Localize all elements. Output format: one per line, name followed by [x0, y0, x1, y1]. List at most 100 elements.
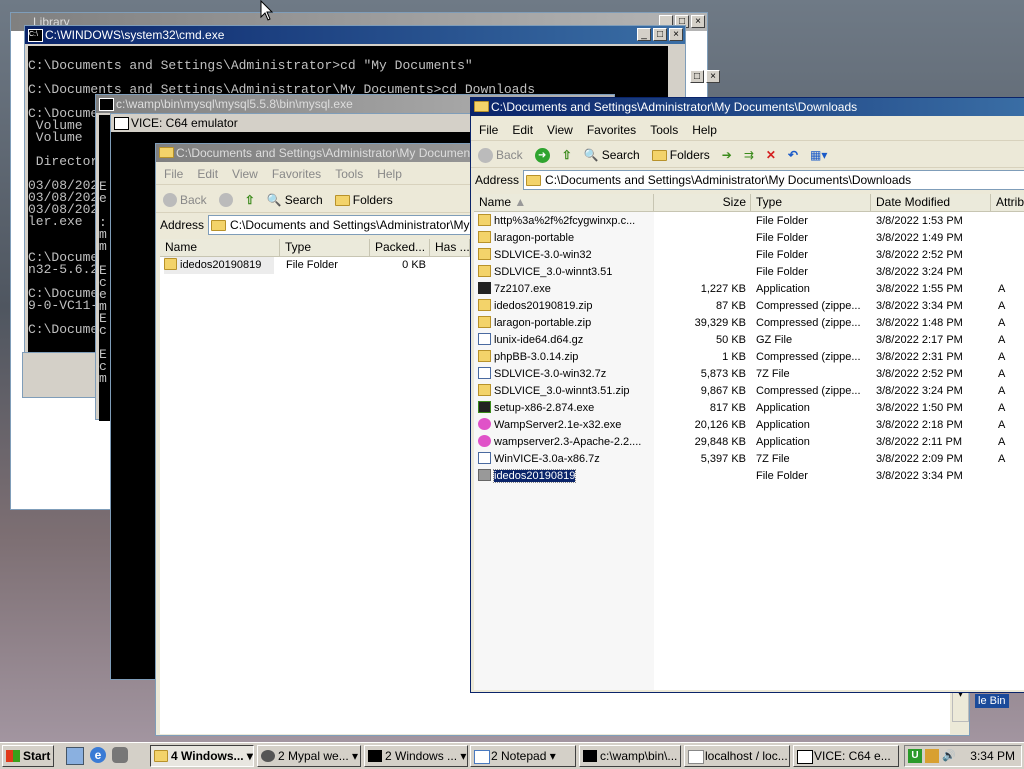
close-icon[interactable]: × — [669, 28, 683, 41]
uwamp-tray-icon[interactable]: U — [908, 749, 922, 763]
menu-tools[interactable]: Tools — [650, 123, 678, 137]
folders-button[interactable]: Folders — [332, 190, 396, 210]
task-cmd[interactable]: 2 Windows ... ▾ — [364, 745, 468, 767]
menu-view[interactable]: View — [547, 123, 573, 137]
file-name[interactable]: 7z2107.exe — [494, 283, 551, 295]
menu-view[interactable]: View — [232, 167, 258, 181]
menu-edit[interactable]: Edit — [512, 123, 533, 137]
menu-favorites[interactable]: Favorites — [587, 123, 636, 137]
file-row[interactable]: SDLVICE_3.0-winnt3.51.zip 9,867 KB Compres… — [474, 383, 1024, 400]
file-row[interactable]: phpBB-3.0.14.zip 1 KB Compressed (zippe...… — [474, 349, 1024, 366]
file-row[interactable]: laragon-portable File Folder 3/8/2022 1:49… — [474, 230, 1024, 247]
address-label: Address — [475, 173, 520, 187]
column-attributes[interactable]: Attribu — [991, 194, 1024, 211]
move-to-button[interactable]: ➔ — [719, 145, 735, 165]
menu-file[interactable]: File — [164, 167, 183, 181]
column-name[interactable]: Name ▲ — [474, 194, 654, 211]
file-name[interactable]: WampServer2.1e-x32.exe — [494, 419, 621, 431]
menu-file[interactable]: File — [479, 123, 498, 137]
close-icon[interactable]: × — [691, 15, 705, 28]
back-button[interactable]: Back — [160, 190, 210, 210]
start-button[interactable]: Start — [2, 745, 54, 767]
clock[interactable]: 3:34 PM — [970, 749, 1021, 763]
explorer-downloads-titlebar[interactable]: C:\Documents and Settings\Administrator\… — [471, 98, 1024, 116]
task-notepad[interactable]: 2 Notepad ▾ — [470, 745, 576, 767]
file-name[interactable]: laragon-portable.zip — [494, 317, 591, 329]
folders-button[interactable]: Folders — [649, 145, 713, 165]
file-row[interactable]: laragon-portable.zip 39,329 KB Compressed … — [474, 315, 1024, 332]
file-name[interactable]: wampserver2.3-Apache-2.2.... — [494, 436, 641, 448]
back-button[interactable]: Back — [475, 145, 526, 165]
file-name[interactable]: SDLVICE_3.0-winnt3.51 — [494, 266, 612, 278]
file-date-modified: 3/8/2022 2:52 PM — [876, 249, 963, 261]
views-button[interactable]: ▦▾ — [807, 145, 830, 165]
file-name[interactable]: lunix-ide64.d64.gz — [494, 334, 583, 346]
menu-help[interactable]: Help — [377, 167, 402, 181]
task-vice[interactable]: VICE: C64 e... — [793, 745, 899, 767]
file-row[interactable]: WinVICE-3.0a-x86.7z 5,397 KB 7Z File 3/8/20… — [474, 451, 1024, 468]
file-name[interactable]: http%3a%2f%2fcygwinxp.c... — [494, 215, 635, 227]
copy-to-button[interactable]: ⇉ — [741, 145, 757, 165]
close-icon[interactable]: × — [706, 70, 720, 83]
column-has[interactable]: Has ... — [430, 239, 470, 256]
file-row[interactable]: WampServer2.1e-x32.exe 20,126 KB Applicati… — [474, 417, 1024, 434]
wamp-file-icon — [478, 418, 491, 430]
file-row[interactable]: SDLVICE-3.0-win32.7z 5,873 KB 7Z File 3/8/2… — [474, 366, 1024, 383]
file-name[interactable]: WinVICE-3.0a-x86.7z — [494, 453, 600, 465]
file-name[interactable]: idedos20190819.zip — [494, 300, 592, 312]
task-localhost[interactable]: localhost / loc... — [684, 745, 790, 767]
raccoon-icon[interactable] — [112, 747, 128, 763]
file-name[interactable]: laragon-portable — [494, 232, 574, 244]
explorer-left-scrollbar[interactable]: ▾ — [952, 688, 969, 722]
search-button[interactable]: 🔍 Search — [581, 145, 643, 165]
explorer-downloads-window[interactable]: C:\Documents and Settings\Administrator\… — [470, 97, 1024, 693]
file-row[interactable]: 7z2107.exe 1,227 KB Application 3/8/2022 1:… — [474, 281, 1024, 298]
maximize-icon[interactable]: □ — [653, 28, 667, 41]
up-folder-button[interactable]: ⇧ — [242, 190, 258, 210]
column-type[interactable]: Type — [751, 194, 871, 211]
up-folder-button[interactable]: ⇧ — [559, 145, 575, 165]
search-button[interactable]: 🔍 Search — [264, 190, 326, 210]
file-row[interactable]: SDLVICE-3.0-win32 File Folder 3/8/2022 2:5… — [474, 247, 1024, 264]
internet-explorer-icon[interactable]: e — [90, 747, 106, 763]
menu-favorites[interactable]: Favorites — [272, 167, 321, 181]
delete-button[interactable]: ✕ — [763, 145, 779, 165]
task-windows-explorer[interactable]: 4 Windows... ▾ — [150, 745, 254, 767]
menu-help[interactable]: Help — [692, 123, 717, 137]
file-name[interactable]: SDLVICE-3.0-win32.7z — [494, 368, 606, 380]
column-type[interactable]: Type — [280, 239, 370, 256]
task-mypal[interactable]: 2 Mypal we... ▾ — [257, 745, 361, 767]
menu-edit[interactable]: Edit — [197, 167, 218, 181]
file-row[interactable]: SDLVICE_3.0-winnt3.51 File Folder 3/8/2022… — [474, 264, 1024, 281]
file-row[interactable]: wampserver2.3-Apache-2.2.... 29,848 KB App… — [474, 434, 1024, 451]
file-name[interactable]: idedos20190819 — [492, 469, 577, 483]
file-row[interactable]: lunix-ide64.d64.gz 50 KB GZ File 3/8/2022 2… — [474, 332, 1024, 349]
column-date-modified[interactable]: Date Modified — [871, 194, 991, 211]
column-size[interactable]: Size — [654, 194, 751, 211]
maximize-icon[interactable]: □ — [690, 70, 704, 83]
minimize-icon[interactable]: _ — [637, 28, 651, 41]
recycle-bin-label[interactable]: le Bin — [975, 694, 1009, 708]
volume-icon[interactable]: 🔊 — [942, 749, 956, 763]
menu-tools[interactable]: Tools — [335, 167, 363, 181]
column-packed[interactable]: Packed... — [370, 239, 430, 256]
file-row[interactable]: setup-x86-2.874.exe 817 KB Application 3/8/… — [474, 400, 1024, 417]
undo-button[interactable]: ↶ — [785, 145, 801, 165]
file-row[interactable]: idedos20190819 File Folder 3/8/2022 3:34 P… — [474, 468, 1024, 485]
cmd-titlebar[interactable]: C:\WINDOWS\system32\cmd.exe — [25, 26, 685, 44]
forward-button[interactable] — [216, 190, 236, 210]
file-name[interactable]: setup-x86-2.874.exe — [494, 402, 594, 414]
file-type: File Folder — [756, 249, 808, 261]
column-name[interactable]: Name — [160, 239, 280, 256]
explorer-right-list[interactable]: Name ▲ Size Type Date Modified Attribu h… — [474, 194, 1024, 690]
forward-button[interactable]: ➜ — [532, 145, 553, 165]
file-name[interactable]: SDLVICE-3.0-win32 — [494, 249, 592, 261]
file-row[interactable]: idedos20190819.zip 87 KB Compressed (zippe… — [474, 298, 1024, 315]
file-name[interactable]: SDLVICE_3.0-winnt3.51.zip — [494, 385, 630, 397]
file-row[interactable]: http%3a%2f%2fcygwinxp.c... File Folder 3/8… — [474, 213, 1024, 230]
tray-app-icon[interactable] — [925, 749, 939, 763]
show-desktop-icon[interactable] — [66, 747, 84, 765]
task-mysql[interactable]: c:\wamp\bin\... — [579, 745, 681, 767]
address-input[interactable]: C:\Documents and Settings\Administrator\… — [523, 170, 1024, 190]
file-name[interactable]: phpBB-3.0.14.zip — [494, 351, 578, 363]
